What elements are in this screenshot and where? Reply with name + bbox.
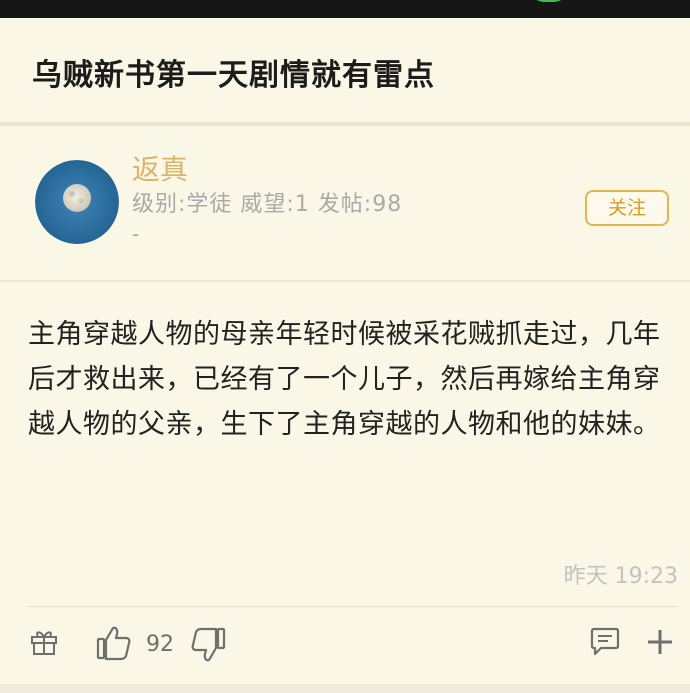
- status-indicator: [530, 0, 568, 2]
- avatar[interactable]: [35, 160, 119, 244]
- user-stats: 级别:学徒 威望:1 发帖:98: [132, 192, 403, 217]
- plus-icon[interactable]: [646, 628, 674, 656]
- thumbs-up-icon[interactable]: [96, 624, 132, 662]
- status-bar: [0, 0, 690, 18]
- post-body: 主角穿越人物的母亲年轻时候被采花贼抓走过，几年后才救出来，已经有了一个儿子，然后…: [28, 319, 661, 440]
- username[interactable]: 返真: [132, 148, 188, 188]
- user-signature: -: [132, 222, 140, 246]
- comment-icon[interactable]: [589, 627, 621, 657]
- post-timestamp: 昨天 19:23: [563, 564, 678, 589]
- title-bar: 乌贼新书第一天剧情就有雷点: [0, 18, 690, 122]
- like-count: 92: [146, 632, 174, 657]
- footer-divider: [28, 606, 678, 607]
- author-divider: [0, 280, 690, 282]
- follow-button[interactable]: 关注: [585, 190, 669, 226]
- avatar-moon-image: [35, 160, 119, 244]
- thumbs-down-icon[interactable]: [190, 626, 226, 664]
- page-title: 乌贼新书第一天剧情就有雷点: [32, 58, 435, 93]
- bottom-edge: [0, 684, 690, 693]
- author-card: 返真 级别:学徒 威望:1 发帖:98 - 关注: [0, 126, 690, 280]
- gift-icon[interactable]: [28, 626, 60, 658]
